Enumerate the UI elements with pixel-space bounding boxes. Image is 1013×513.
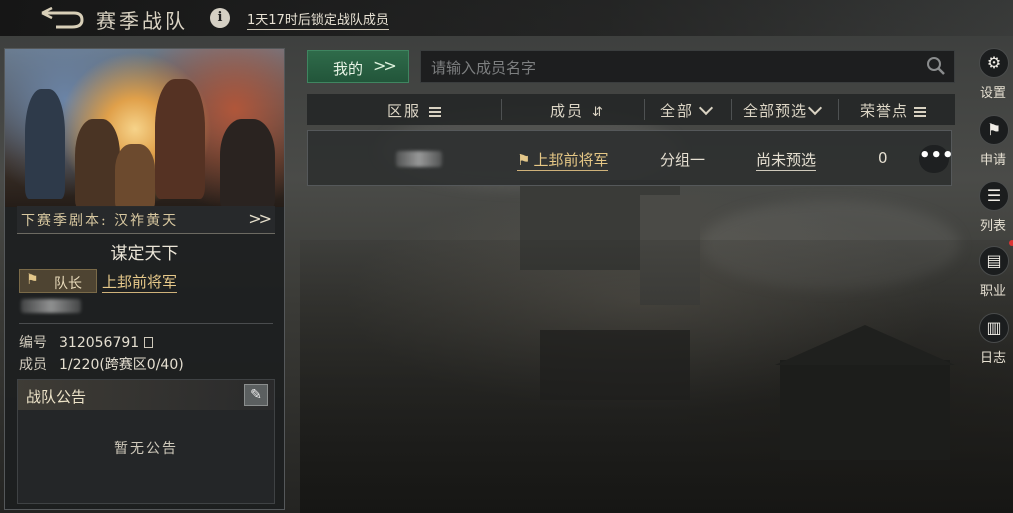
top-bar: 赛季战队 i 1天17时后锁定战队成员 [0,0,1013,36]
col-preselect-label: 全部预选 [743,102,808,120]
edit-notice-icon[interactable]: ✎ [244,384,268,406]
notification-dot [1009,240,1013,246]
search-icon[interactable] [926,56,946,76]
leader-name-redacted [21,299,81,313]
career-label: 职业 [980,284,1007,299]
flag-icon: ⚑ [26,272,39,288]
leader-badge: ⚑ 队长 [19,269,97,293]
member-rank-link[interactable]: ⚑ 上邽前将军 [517,149,609,171]
back-arrow-icon[interactable] [40,6,84,29]
col-group-label: 全部 [660,102,695,120]
divider [19,323,273,324]
team-notice-header: 战队公告 ✎ [18,380,274,410]
lock-countdown-notice: 1天17时后锁定战队成员 [247,9,389,30]
cards-icon: ▤ [979,246,1009,276]
team-name: 谋定天下 [110,244,179,264]
col-honor[interactable]: 荣誉点 [860,100,927,121]
more-options-icon[interactable]: ••• [919,145,954,173]
team-id-value: 312056791 [59,335,140,351]
chevron-down-icon [807,100,823,116]
log-button[interactable]: ▥ 日志 [976,313,1013,371]
page-title: 赛季战队 [96,9,188,33]
scroll-icon: ▥ [979,313,1009,343]
list-button[interactable]: ☰ 列表 [976,181,1013,239]
team-info-panel: 下赛季剧本: 汉祚黄天 >> 谋定天下 ⚑ 队长 上邽前将军 编号 3120567… [4,48,285,510]
member-honor: 0 [878,149,888,167]
member-count-value: 1/220(跨赛区0/40) [59,357,184,373]
chevron-down-icon [698,100,714,116]
leader-rank-link[interactable]: 上邽前将军 [102,271,178,293]
member-count-row: 成员 1/220(跨赛区0/40) [19,354,184,374]
leader-badge-label: 队长 [54,276,82,292]
member-count-label: 成员 [19,357,47,373]
flag-apply-icon: ⚑ [979,115,1009,145]
team-id-row: 编号 312056791 [19,332,154,352]
menu-icon [429,107,442,117]
mine-filter-label: 我的 [333,60,364,78]
next-season-label: 下赛季剧本: 汉祚黄天 [21,213,179,229]
list-icon: ☰ [979,181,1009,211]
team-cover-art [5,49,284,207]
team-notice-empty: 暂无公告 [114,441,178,457]
copy-icon[interactable] [144,337,154,348]
gear-icon: ⚙ [979,48,1009,78]
list-label: 列表 [980,219,1007,234]
apply-label: 申请 [980,153,1007,168]
apply-button[interactable]: ⚑ 申请 [976,115,1013,173]
server-redacted [396,151,442,167]
mine-filter-button[interactable]: 我的 >> [307,50,409,83]
member-table-header: 区服 成员 ⇵ 全部 全部预选 荣誉点 [307,94,955,125]
flag-icon: ⚑ [517,151,531,169]
member-group: 分组一 [660,151,706,169]
col-server[interactable]: 区服 [387,100,442,121]
sort-icon: ⇵ [592,105,605,120]
settings-button[interactable]: ⚙ 设置 [976,48,1013,106]
member-search-box [420,50,955,83]
member-rank-label: 上邽前将军 [533,151,609,169]
col-group-filter[interactable]: 全部 [660,100,714,121]
team-notice-title: 战队公告 [26,388,87,406]
table-row[interactable]: ⚑ 上邽前将军 分组一 尚未预选 0 ••• [307,130,954,186]
log-label: 日志 [980,351,1007,366]
info-icon[interactable]: i [210,8,230,28]
col-member[interactable]: 成员 ⇵ [550,100,605,121]
next-season-banner[interactable]: 下赛季剧本: 汉祚黄天 >> [17,206,275,234]
team-notice-box: 战队公告 ✎ 暂无公告 [17,379,275,504]
team-id-label: 编号 [19,335,47,351]
member-preselect-link[interactable]: 尚未预选 [756,149,817,171]
member-search-input[interactable] [429,56,913,80]
col-honor-label: 荣誉点 [860,102,909,120]
double-chevron-right-icon: >> [373,56,397,75]
settings-label: 设置 [980,86,1007,101]
menu-icon [914,107,927,117]
col-member-label: 成员 [550,102,585,120]
col-server-label: 区服 [387,102,422,120]
double-chevron-right-icon: >> [248,209,272,228]
col-preselect-filter[interactable]: 全部预选 [743,100,823,121]
career-button[interactable]: ▤ 职业 [976,240,1013,304]
